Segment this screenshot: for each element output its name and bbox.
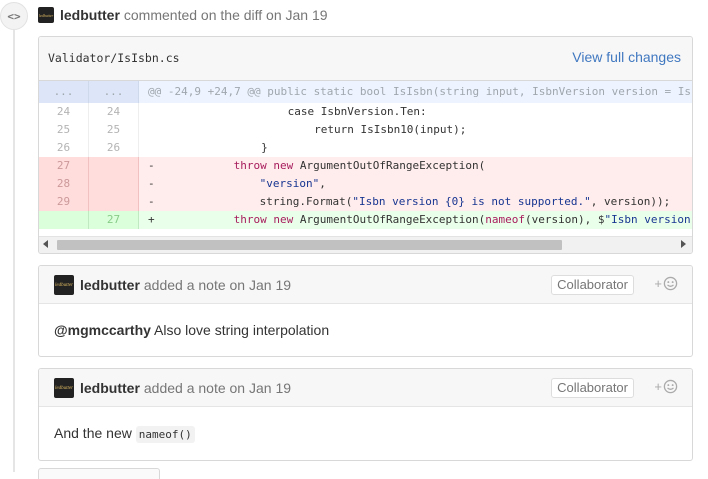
note-body: @mgmccarthy Also love string interpolati… bbox=[54, 322, 329, 338]
diff-sign bbox=[148, 141, 155, 154]
old-line-number[interactable]: 28 bbox=[39, 175, 89, 193]
file-header: Validator/IsIsbn.cs View full changes bbox=[39, 37, 692, 81]
old-line-number[interactable]: 25 bbox=[39, 121, 89, 139]
user-mention-link[interactable]: @mgmccarthy bbox=[54, 322, 151, 338]
diff-sign bbox=[148, 123, 155, 136]
old-line-number[interactable]: 27 bbox=[39, 157, 89, 175]
author-link[interactable]: ledbutter bbox=[80, 380, 140, 396]
code-string: "version" bbox=[259, 177, 320, 190]
code-text: ArgumentOutOfRangeException( bbox=[293, 159, 486, 172]
new-line-number[interactable]: 24 bbox=[89, 103, 139, 121]
code-text: return IsIsbn10(input); bbox=[234, 123, 467, 136]
code-text: (version), $ bbox=[525, 213, 605, 226]
expand-down-marker[interactable]: ... bbox=[89, 81, 139, 103]
code-text: case IsbnVersion.Ten: bbox=[234, 105, 427, 118]
author-link[interactable]: ledbutter bbox=[80, 277, 140, 293]
scroll-thumb[interactable] bbox=[57, 240, 562, 250]
diff-line[interactable]: 24 24 case IsbnVersion.Ten: bbox=[39, 103, 692, 121]
note-action: added a note on Jan 19 bbox=[143, 277, 292, 293]
note-header: ledbutter ledbutter added a note on Jan 1… bbox=[39, 369, 692, 407]
code-string: "Isbn version {0} is not supported." bbox=[352, 195, 591, 208]
code-keyword: nameof bbox=[485, 213, 526, 226]
deleted-line[interactable]: 27 - throw new ArgumentOutOfRangeExceptio… bbox=[39, 157, 692, 175]
avatar-text: ledbutter bbox=[54, 385, 74, 391]
collaborator-badge: Collaborator bbox=[551, 275, 634, 295]
note-text: Also love string interpolation bbox=[150, 322, 330, 338]
hunk-header-row: ... ... @@ -24,9 +24,7 @@ public static … bbox=[39, 81, 692, 103]
diff-line[interactable]: 26 26 } bbox=[39, 139, 692, 157]
horizontal-scrollbar[interactable] bbox=[39, 236, 692, 253]
timeline-line bbox=[13, 30, 15, 472]
diff-file-box: Validator/IsIsbn.cs View full changes ..… bbox=[38, 36, 693, 254]
hunk-text: @@ -24,9 +24,7 @@ public static bool IsI… bbox=[148, 85, 692, 98]
note-card: ledbutter ledbutter added a note on Jan 1… bbox=[38, 368, 693, 461]
diff-sign bbox=[148, 105, 155, 118]
old-line-number[interactable] bbox=[39, 211, 89, 229]
avatar[interactable]: ledbutter bbox=[54, 275, 74, 295]
code-keyword: throw new bbox=[233, 213, 294, 226]
code-keyword: throw new bbox=[233, 159, 294, 172]
scroll-left-arrow-icon[interactable] bbox=[43, 240, 48, 248]
old-line-number[interactable]: 29 bbox=[39, 193, 89, 211]
add-reaction-button[interactable]: + bbox=[654, 276, 678, 291]
expand-up-marker[interactable]: ... bbox=[39, 81, 89, 103]
avatar-text: ledbutter bbox=[54, 282, 74, 288]
diff-sign: + bbox=[148, 213, 155, 226]
code-text: , bbox=[319, 177, 326, 190]
old-line-number[interactable]: 26 bbox=[39, 139, 89, 157]
scroll-right-arrow-icon[interactable] bbox=[681, 240, 686, 248]
old-line-number[interactable]: 24 bbox=[39, 103, 89, 121]
code-text: } bbox=[234, 141, 268, 154]
code-string: "Isbn version bbox=[604, 213, 691, 226]
new-line-number[interactable]: 27 bbox=[89, 211, 139, 229]
new-line-number[interactable] bbox=[89, 193, 139, 211]
collaborator-badge: Collaborator bbox=[551, 378, 634, 398]
diff-line[interactable]: 25 25 return IsIsbn10(input); bbox=[39, 121, 692, 139]
deleted-line[interactable]: 28 - "version", bbox=[39, 175, 692, 193]
code-text: ArgumentOutOfRangeException( bbox=[293, 213, 486, 226]
note-header: ledbutter ledbutter added a note on Jan 1… bbox=[39, 266, 692, 304]
new-line-number[interactable]: 25 bbox=[89, 121, 139, 139]
inline-code: nameof() bbox=[135, 426, 195, 443]
diff-sign: - bbox=[148, 195, 155, 208]
smiley-icon bbox=[663, 276, 678, 291]
note-body: And the new nameof() bbox=[54, 425, 195, 443]
new-line-number[interactable] bbox=[89, 175, 139, 193]
diff-sign: - bbox=[148, 159, 155, 172]
note-action: added a note on Jan 19 bbox=[143, 380, 292, 396]
code-text: , version)); bbox=[590, 195, 671, 208]
comment-header: ledbutter commented on the diff on Jan 1… bbox=[38, 5, 328, 25]
deleted-line[interactable]: 29 - string.Format("Isbn version {0} is n… bbox=[39, 193, 692, 211]
file-path: Validator/IsIsbn.cs bbox=[48, 51, 180, 65]
view-full-changes-link[interactable]: View full changes bbox=[572, 49, 681, 65]
diff-sign: - bbox=[148, 177, 155, 190]
plus-sign: + bbox=[654, 276, 662, 291]
new-line-number[interactable]: 26 bbox=[89, 139, 139, 157]
next-item-stub bbox=[38, 468, 160, 479]
comment-action: commented on the diff on Jan 19 bbox=[123, 7, 328, 23]
add-reaction-button[interactable]: + bbox=[654, 379, 678, 394]
plus-sign: + bbox=[654, 379, 662, 394]
note-text: And the new bbox=[54, 425, 136, 441]
diff-table: ... ... @@ -24,9 +24,7 @@ public static … bbox=[39, 81, 692, 229]
code-text: string.Format( bbox=[259, 195, 353, 208]
added-line[interactable]: 27 + throw new ArgumentOutOfRangeExceptio… bbox=[39, 211, 692, 229]
note-card: ledbutter ledbutter added a note on Jan 1… bbox=[38, 265, 693, 357]
new-line-number[interactable] bbox=[89, 157, 139, 175]
avatar[interactable]: ledbutter bbox=[54, 378, 74, 398]
smiley-icon bbox=[663, 379, 678, 394]
code-diff-icon: <> bbox=[0, 2, 28, 30]
author-link[interactable]: ledbutter bbox=[60, 7, 120, 23]
